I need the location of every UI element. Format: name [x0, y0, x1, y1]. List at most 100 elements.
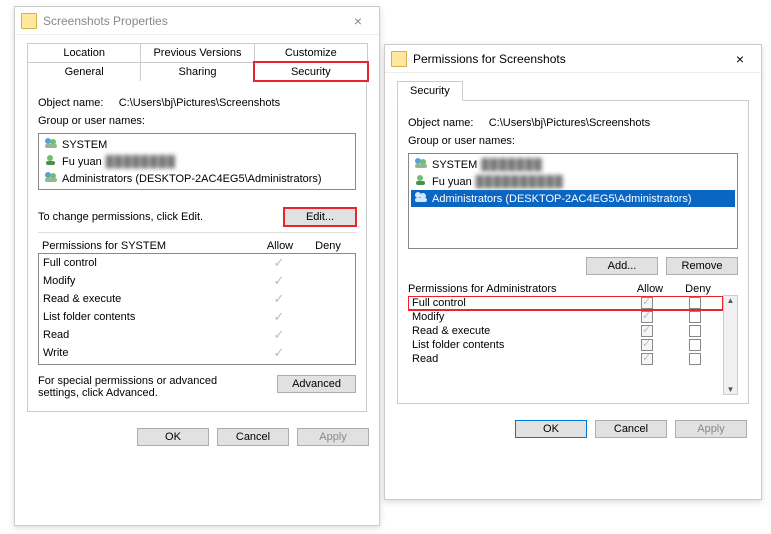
permission-row: Read ✓: [39, 326, 355, 344]
group-names-label: Group or user names:: [38, 115, 356, 127]
apply-button[interactable]: Apply: [675, 420, 747, 438]
allow-checkbox[interactable]: [641, 339, 653, 351]
scrollbar-vertical[interactable]: ▲ ▼: [723, 295, 738, 395]
group-names-label: Group or user names:: [408, 135, 738, 147]
permission-name: Full control: [43, 257, 255, 269]
permission-row: List folder contents ✓: [39, 308, 355, 326]
permission-name: List folder contents: [412, 339, 623, 351]
permission-row: Modify ✓: [39, 272, 355, 290]
tab-location[interactable]: Location: [27, 43, 141, 62]
permission-name: Modify: [412, 311, 623, 323]
group-icon: [414, 157, 428, 172]
tab-security[interactable]: Security: [397, 81, 463, 101]
allow-check-icon: ✓: [255, 273, 303, 289]
remove-button[interactable]: Remove: [666, 257, 738, 275]
chevron-up-icon[interactable]: ▲: [727, 296, 735, 305]
tab-security[interactable]: Security: [254, 62, 368, 81]
list-item-label: Administrators (DESKTOP-2AC4EG5\Administ…: [62, 173, 322, 185]
permission-name: Modify: [43, 275, 255, 287]
permission-name: Write: [43, 347, 255, 359]
deny-header: Deny: [674, 283, 722, 295]
deny-checkbox[interactable]: [689, 297, 701, 309]
list-item-label: Fu yuan: [62, 156, 102, 168]
tab-general[interactable]: General: [27, 62, 141, 81]
user-icon: [44, 154, 58, 169]
cancel-button[interactable]: Cancel: [217, 428, 289, 446]
allow-header: Allow: [256, 240, 304, 252]
group-icon: [414, 191, 428, 206]
object-name-value: C:\Users\bj\Pictures\Screenshots: [119, 97, 280, 109]
folder-icon: [21, 13, 37, 29]
permission-row: List folder contents: [408, 338, 723, 352]
user-icon: [414, 174, 428, 189]
object-name-row: Object name: C:\Users\bj\Pictures\Screen…: [38, 97, 356, 109]
permission-name: Full control: [412, 297, 623, 309]
properties-title: Screenshots Properties: [43, 14, 343, 28]
permissions-for-label: Permissions for Administrators: [408, 283, 626, 295]
folder-icon: [391, 51, 407, 67]
permission-row: Read & execute ✓: [39, 290, 355, 308]
allow-check-icon: ✓: [255, 345, 303, 361]
object-name-label: Object name:: [408, 117, 473, 129]
list-item[interactable]: Fu yuan ██████████: [411, 173, 735, 190]
allow-checkbox[interactable]: [641, 325, 653, 337]
security-tab-panel: Object name: C:\Users\bj\Pictures\Screen…: [27, 80, 367, 412]
blurred-text: ██████████: [476, 176, 564, 188]
permission-row: Full control ✓: [39, 254, 355, 272]
list-item-label: Administrators (DESKTOP-2AC4EG5\Administ…: [432, 193, 692, 205]
list-item[interactable]: SYSTEM ███████: [411, 156, 735, 173]
list-item-label: SYSTEM: [62, 139, 107, 151]
group-icon: [44, 171, 58, 186]
permission-name: Read: [412, 353, 623, 365]
change-permissions-hint: To change permissions, click Edit.: [38, 211, 203, 223]
group-user-listbox[interactable]: SYSTEM Fu yuan ████████ Administrators: [38, 133, 356, 190]
permissions-header: Permissions for SYSTEM Allow Deny: [38, 239, 356, 253]
tabs-row-2: General Sharing Security: [27, 62, 367, 81]
deny-checkbox[interactable]: [689, 311, 701, 323]
allow-check-icon: ✓: [255, 255, 303, 271]
allow-checkbox[interactable]: [641, 311, 653, 323]
allow-header: Allow: [626, 283, 674, 295]
tab-previous-versions[interactable]: Previous Versions: [140, 43, 254, 62]
allow-checkbox[interactable]: [641, 353, 653, 365]
list-item[interactable]: Administrators (DESKTOP-2AC4EG5\Administ…: [41, 170, 353, 187]
permission-row-full-control: Full control: [408, 296, 723, 310]
properties-titlebar: Screenshots Properties ×: [15, 7, 379, 35]
tab-customize[interactable]: Customize: [254, 43, 368, 62]
close-icon[interactable]: ×: [343, 13, 373, 29]
deny-checkbox[interactable]: [689, 339, 701, 351]
permissions-footer: OK Cancel Apply: [385, 414, 761, 448]
chevron-down-icon[interactable]: ▼: [727, 385, 735, 394]
tabs-row-1: Location Previous Versions Customize: [27, 43, 367, 62]
permission-row: Read & execute: [408, 324, 723, 338]
cancel-button[interactable]: Cancel: [595, 420, 667, 438]
permission-name: Read & execute: [412, 325, 623, 337]
add-button[interactable]: Add...: [586, 257, 658, 275]
permissions-table: Full control ✓ Modify ✓ Read & execute ✓…: [38, 253, 356, 365]
apply-button[interactable]: Apply: [297, 428, 369, 446]
allow-check-icon: ✓: [255, 291, 303, 307]
group-user-listbox[interactable]: SYSTEM ███████ Fu yuan ██████████ Admini…: [408, 153, 738, 249]
ok-button[interactable]: OK: [515, 420, 587, 438]
permissions-table: Full control Modify Read & execute: [408, 295, 723, 395]
permissions-for-label: Permissions for SYSTEM: [42, 240, 256, 252]
permission-row: Write ✓: [39, 344, 355, 362]
allow-checkbox[interactable]: [641, 297, 653, 309]
edit-button[interactable]: Edit...: [284, 208, 356, 226]
ok-button[interactable]: OK: [137, 428, 209, 446]
tab-sharing[interactable]: Sharing: [140, 62, 254, 81]
object-name-label: Object name:: [38, 97, 103, 109]
permissions-titlebar: Permissions for Screenshots ×: [385, 45, 761, 73]
add-remove-row: Add... Remove: [408, 257, 738, 275]
list-item-selected[interactable]: Administrators (DESKTOP-2AC4EG5\Administ…: [411, 190, 735, 207]
permission-name: List folder contents: [43, 311, 255, 323]
advanced-button[interactable]: Advanced: [277, 375, 356, 393]
list-item[interactable]: SYSTEM: [41, 136, 353, 153]
list-item-label: SYSTEM: [432, 159, 477, 171]
close-icon[interactable]: ×: [725, 51, 755, 67]
deny-checkbox[interactable]: [689, 353, 701, 365]
deny-checkbox[interactable]: [689, 325, 701, 337]
permission-name: Read & execute: [43, 293, 255, 305]
list-item[interactable]: Fu yuan ████████: [41, 153, 353, 170]
allow-check-icon: ✓: [255, 309, 303, 325]
